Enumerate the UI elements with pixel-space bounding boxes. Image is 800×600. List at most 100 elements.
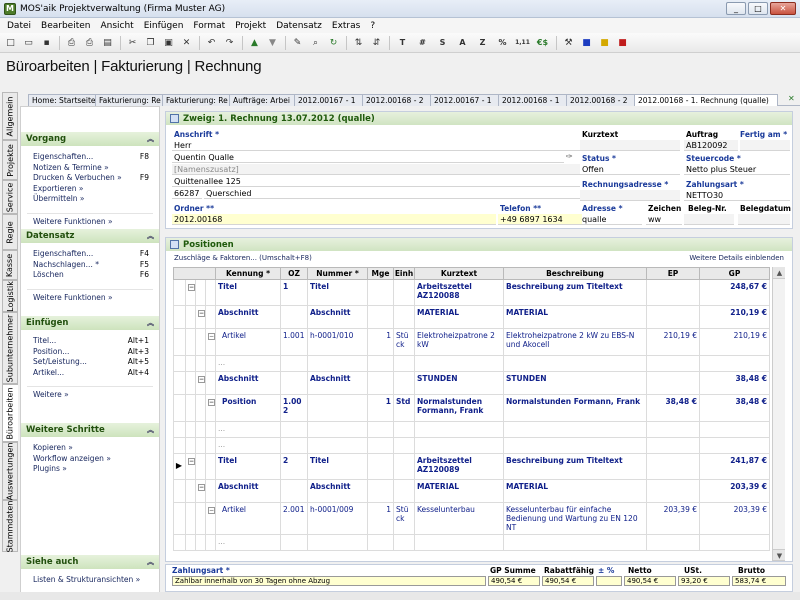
text-format-button[interactable]: T <box>393 35 412 51</box>
belegnr-field[interactable] <box>684 214 734 225</box>
collapse-tree-icon[interactable]: − <box>198 484 205 491</box>
open-folder-icon[interactable]: ▭ <box>20 35 37 51</box>
minimize-button[interactable]: _ <box>726 2 746 15</box>
sidebar-section-header[interactable]: Einfügen ︽ <box>21 316 159 330</box>
percent-format-button[interactable]: % <box>493 35 512 51</box>
cell-mge[interactable] <box>367 355 394 372</box>
close-tab-icon[interactable]: ✕ <box>788 94 795 103</box>
cell-einh[interactable] <box>393 279 415 306</box>
sidebar-item[interactable]: Exportieren » <box>21 184 159 195</box>
sidebar-item[interactable]: Nachschlagen... * F5 <box>21 260 159 271</box>
cell-einh[interactable]: Std <box>393 394 415 422</box>
menu-5[interactable]: Projekt <box>230 21 271 31</box>
steuercode-field[interactable]: Netto plus Steuer <box>684 164 790 175</box>
cell-beschr[interactable]: MATERIAL <box>503 479 647 503</box>
table-row[interactable]: − Artikel 1.001 h-0001/010 1 Stück Elektroheiz… <box>173 328 770 356</box>
cell-beschr[interactable]: Elektroheizpatrone 2 kW zu EBS-N und Ako… <box>503 328 647 356</box>
maximize-button[interactable]: □ <box>748 2 768 15</box>
cell-ep[interactable]: 210,19 € <box>646 328 700 356</box>
cell-k[interactable]: Titel <box>215 279 281 306</box>
collapse-tree-icon[interactable]: − <box>208 399 215 406</box>
cell-k[interactable]: Abschnitt <box>215 305 281 329</box>
city-field[interactable]: Querschied <box>204 188 580 199</box>
street-field[interactable]: Quittenallee 125 <box>172 176 580 187</box>
cell-k[interactable]: ... <box>215 534 281 551</box>
tree-cell[interactable] <box>205 534 216 551</box>
tree-cell[interactable]: − <box>205 502 216 535</box>
currency-format-button[interactable]: €$ <box>533 35 552 51</box>
tree-cell[interactable]: − <box>205 394 216 422</box>
cell-ep[interactable]: 203,39 € <box>646 502 700 535</box>
cell-einh[interactable] <box>393 453 415 480</box>
cell-beschr[interactable] <box>503 534 647 551</box>
print-preview-icon[interactable]: ⎙ <box>81 35 98 51</box>
menu-4[interactable]: Format <box>188 21 230 31</box>
sidebar-item[interactable]: Workflow anzeigen » <box>21 454 159 465</box>
more-details-link[interactable]: Weitere Details einblenden <box>689 254 784 262</box>
cell-nr[interactable] <box>307 421 368 438</box>
tree-cell[interactable]: − <box>195 371 206 395</box>
cell-oz[interactable]: 1 <box>280 279 308 306</box>
vertical-scrollbar[interactable]: ▲ ▼ <box>772 267 785 561</box>
collapse-tree-icon[interactable]: − <box>198 376 205 383</box>
scroll-down-icon[interactable]: ▼ <box>773 549 785 561</box>
cell-beschr[interactable]: Beschreibung zum Titeltext <box>503 453 647 480</box>
cell-einh[interactable] <box>393 305 415 329</box>
cell-k[interactable]: Abschnitt <box>215 371 281 395</box>
table-row[interactable]: ... <box>173 534 770 551</box>
cell-k[interactable]: Artikel <box>215 328 281 356</box>
cell-gp[interactable]: 210,19 € <box>699 328 770 356</box>
paste-icon[interactable]: ▣ <box>160 35 177 51</box>
sidebar-section-header[interactable]: Weitere Schritte ︽ <box>21 423 159 437</box>
cell-kurz[interactable]: Arbeitszettel AZ120088 <box>414 279 504 306</box>
menu-0[interactable]: Datei <box>2 21 36 31</box>
cell-oz[interactable] <box>280 437 308 454</box>
cell-mge[interactable] <box>367 453 394 480</box>
cell-mge[interactable] <box>367 305 394 329</box>
cell-nr[interactable]: Abschnitt <box>307 371 368 395</box>
cell-kurz[interactable]: Kesselunterbau <box>414 502 504 535</box>
cell-nr[interactable]: h-0001/010 <box>307 328 368 356</box>
document-tab[interactable]: 2012.00167 - 1 <box>430 94 499 106</box>
vtab-2[interactable]: Service <box>2 180 18 214</box>
cell-einh[interactable] <box>393 421 415 438</box>
vtab-7[interactable]: Büroarbeiten <box>2 384 18 442</box>
copy-icon[interactable]: ❐ <box>142 35 159 51</box>
cell-oz[interactable] <box>280 534 308 551</box>
cell-nr[interactable]: Titel <box>307 453 368 480</box>
vtab-4[interactable]: Kasse <box>2 250 18 280</box>
cell-k[interactable]: ... <box>215 437 281 454</box>
name-field[interactable]: Quentin Qualle <box>172 152 564 163</box>
scroll-up-icon[interactable]: ▲ <box>773 267 785 279</box>
surcharges-link[interactable]: Zuschläge & Faktoren... (Umschalt+F8) <box>174 254 312 262</box>
delete-icon[interactable]: ✕ <box>178 35 195 51</box>
cell-gp[interactable]: 241,87 € <box>699 453 770 480</box>
cell-einh[interactable]: Stück <box>393 502 415 535</box>
menu-6[interactable]: Datensatz <box>271 21 327 31</box>
move-up-icon[interactable]: ▲ <box>246 35 263 51</box>
sidebar-more-link[interactable]: Weitere Funktionen » <box>21 217 159 228</box>
cell-kurz[interactable]: MATERIAL <box>414 305 504 329</box>
cell-oz[interactable] <box>280 355 308 372</box>
collapse-tree-icon[interactable]: − <box>188 284 195 291</box>
cell-kurz[interactable] <box>414 437 504 454</box>
vtab-9[interactable]: Stammdaten <box>2 500 18 552</box>
column-header[interactable]: Einh <box>393 267 415 280</box>
cell-nr[interactable] <box>307 534 368 551</box>
anrede-field[interactable]: Herr <box>172 140 580 151</box>
sidebar-item[interactable]: Listen & Strukturansichten » <box>21 575 159 586</box>
z-format-button[interactable]: Z <box>473 35 492 51</box>
cell-ep[interactable] <box>646 437 700 454</box>
table-row[interactable]: − Position 1.002 1 Std Normalstunden Formann,… <box>173 394 770 422</box>
cell-oz[interactable] <box>280 371 308 395</box>
lock-red-icon[interactable]: ■ <box>614 35 631 51</box>
vtab-1[interactable]: Projekte <box>2 140 18 180</box>
new-document-icon[interactable]: □ <box>2 35 19 51</box>
move-down-icon[interactable]: ▼ <box>264 35 281 51</box>
zip-field[interactable]: 66287 <box>172 188 202 199</box>
cell-gp[interactable]: 203,39 € <box>699 479 770 503</box>
s-format-button[interactable]: S <box>433 35 452 51</box>
document-tab[interactable]: Aufträge: Arbei <box>229 94 295 106</box>
cell-beschr[interactable]: Normalstunden Formann, Frank <box>503 394 647 422</box>
sidebar-item[interactable]: Set/Leistung... Alt+5 <box>21 357 159 368</box>
